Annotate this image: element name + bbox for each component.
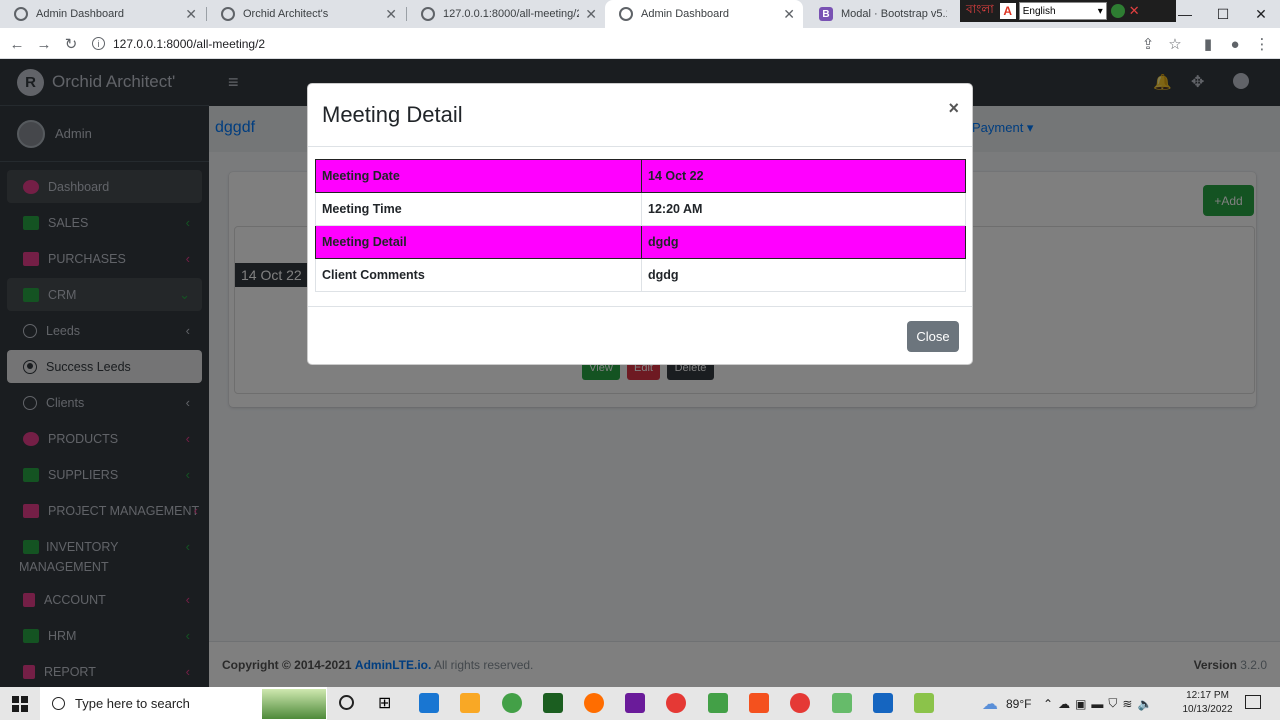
vscode-icon[interactable] [873,693,893,713]
tab-title: Modal · Bootstrap v5.1 [841,8,947,20]
star-icon[interactable]: ☆ [1164,33,1186,55]
file-explorer-icon[interactable] [460,693,480,713]
bluestacks-icon[interactable] [914,693,934,713]
cortana-icon[interactable] [339,695,354,710]
row-value: dgdg [641,225,966,259]
search-placeholder: Type here to search [75,696,190,711]
phpstorm-icon[interactable] [625,693,645,713]
system-clock[interactable]: 12:17 PM 10/13/2022 [1180,689,1235,717]
table-row: Client Comments dgdg [315,258,966,292]
tab-title: 127.0.0.1:8000/all-meeting/2 [443,8,580,20]
tab-title: Orchid Architect's [243,8,329,20]
row-label: Meeting Time [315,192,642,226]
bootstrap-icon: B [819,7,833,21]
modal-body: Meeting Date 14 Oct 22 Meeting Time 12:2… [308,147,972,304]
browser-tab[interactable]: 127.0.0.1:8000/all-meeting/2 ✕ [407,0,605,28]
close-icon[interactable]: ✕ [783,6,795,23]
row-value: 12:20 AM [641,192,966,226]
chevron-down-icon: ▾ [1097,5,1103,17]
search-icon [52,697,65,710]
tab-title: Admin Dashboard [641,8,730,20]
url-text: 127.0.0.1:8000/all-meeting/2 [113,36,266,51]
close-icon[interactable]: ✕ [385,6,397,23]
table-row: Meeting Date 14 Oct 22 [315,159,966,193]
minimize-icon[interactable]: — [1166,0,1204,28]
globe-icon [421,7,435,21]
modal-title: Meeting Detail [322,102,463,127]
app-icon[interactable] [708,693,728,713]
tab-title: Admin Dashboard [36,8,125,20]
row-label: Client Comments [315,258,642,292]
firefox-icon[interactable] [584,693,604,713]
globe-icon [619,7,633,21]
clock-time: 12:17 PM [1186,690,1229,701]
wifi-icon[interactable]: ≋ [1122,697,1137,711]
windows-start-icon[interactable] [12,695,28,712]
task-view-icon[interactable]: ⊞ [378,693,391,713]
shield-icon[interactable]: ⛉ [1108,696,1122,711]
table-row: Meeting Detail dgdg [315,225,966,259]
battery-icon[interactable]: ▬ [1091,697,1108,711]
pycharm-icon[interactable] [543,693,563,713]
bengali-label: বাংলা [966,2,994,16]
row-value: 14 Oct 22 [641,159,966,193]
address-bar[interactable]: i 127.0.0.1:8000/all-meeting/2 [92,31,1142,56]
chatgpt-icon[interactable] [502,693,522,713]
xampp-icon[interactable] [749,693,769,713]
browser-tab[interactable]: B Modal · Bootstrap v5.1 [805,0,955,28]
moose-widget-icon [262,689,326,719]
share-icon[interactable]: ⇪ [1137,33,1159,55]
back-icon[interactable]: ← [6,33,28,55]
volume-icon[interactable]: 🔈 [1137,697,1157,711]
chevron-up-icon[interactable]: ⌃ [1043,697,1058,711]
taskbar-search[interactable]: Type here to search [40,687,327,720]
browser-tab-active[interactable]: Admin Dashboard ✕ [605,0,803,28]
meeting-detail-table: Meeting Date 14 Oct 22 Meeting Time 12:2… [315,159,966,292]
row-label: Meeting Detail [315,225,642,259]
forward-icon[interactable]: → [33,33,55,55]
reload-icon[interactable]: ↻ [60,33,82,55]
windows-taskbar: Type here to search ⊞ ☁ 89°F ⌃ ☁ ▣ ▬ ⛉ ≋… [0,687,1280,720]
window-close-icon[interactable]: ✕ [1242,0,1280,28]
side-panel-icon[interactable]: ▮ [1197,33,1219,55]
keyboard-icon[interactable]: A [999,3,1016,19]
language-value: English [1022,5,1056,17]
clock-date: 10/13/2022 [1182,704,1233,715]
close-icon[interactable]: ✕ [185,6,197,23]
more-icon[interactable]: ⋮ [1251,33,1273,55]
row-value: dgdg [641,258,966,292]
onedrive-icon[interactable]: ☁ [1058,697,1075,711]
maximize-icon[interactable]: ☐ [1204,0,1242,28]
modal-header: Meeting Detail × [308,84,972,147]
browser-tab[interactable]: Admin Dashboard ✕ [0,0,205,28]
notification-icon[interactable] [1245,695,1261,709]
weather-widget[interactable]: ☁ 89°F [982,687,1031,720]
row-label: Meeting Date [315,159,642,193]
close-button[interactable]: Close [907,321,959,352]
cloud-icon: ☁ [982,695,998,713]
info-icon[interactable]: i [92,37,105,50]
mail-icon[interactable] [419,693,439,713]
meeting-detail-modal: Meeting Detail × Meeting Date 14 Oct 22 … [307,83,973,365]
network-icon[interactable]: ▣ [1075,697,1091,711]
language-widget: বাংলা A English ▾ ✕ [960,0,1176,22]
status-icon[interactable] [1110,4,1125,18]
chrome-active-icon[interactable] [790,693,810,713]
close-icon[interactable]: × [948,98,959,119]
profile-icon[interactable]: ● [1224,33,1246,55]
weather-temp: 89°F [1006,696,1032,711]
globe-icon [14,7,28,21]
browser-tab-bar: Admin Dashboard ✕ Orchid Architect's ✕ 1… [0,0,1280,28]
browser-tab[interactable]: Orchid Architect's ✕ [207,0,405,28]
image-app-icon[interactable] [832,693,852,713]
system-tray[interactable]: ⌃ ☁ ▣ ▬ ⛉ ≋ 🔈 [1043,687,1157,720]
browser-toolbar: ← → ↻ i 127.0.0.1:8000/all-meeting/2 ⇪ ☆… [0,28,1280,59]
chrome-icon[interactable] [666,693,686,713]
close-icon[interactable]: ✕ [1129,3,1140,19]
globe-icon [221,7,235,21]
modal-footer: Close [308,306,972,365]
close-icon[interactable]: ✕ [585,6,597,23]
table-row: Meeting Time 12:20 AM [315,192,966,226]
language-select[interactable]: English ▾ [1018,2,1107,20]
